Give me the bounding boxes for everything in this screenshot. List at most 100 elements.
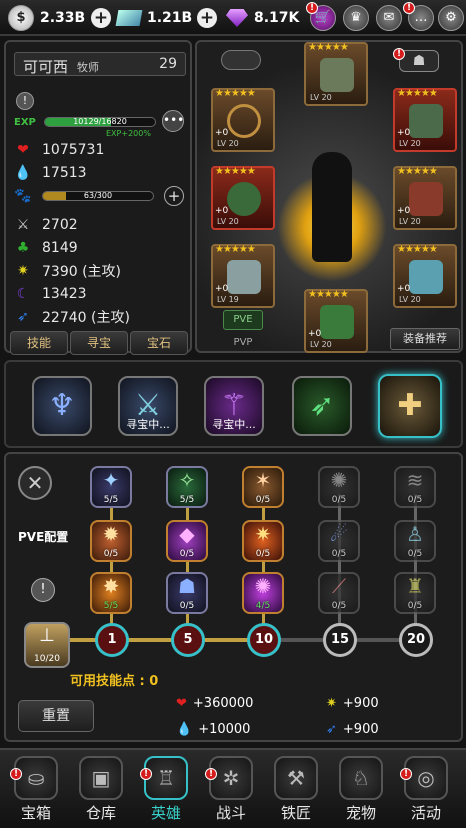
skill-arcane[interactable]: ◆ 0/5 [166, 520, 208, 562]
exp-bonus: EXP+200% [106, 129, 151, 138]
skill-magic-burst[interactable]: ✺ 4/5 [242, 572, 284, 614]
skill-sunburst[interactable]: ✷ 0/5 [242, 520, 284, 562]
skill-locked-3[interactable]: ☄ 0/5 [318, 520, 360, 562]
skill-fire-strike[interactable]: ✹ 0/5 [90, 520, 132, 562]
skill-nature[interactable]: ✧ 5/5 [166, 466, 208, 508]
add-crystal-button[interactable]: + [197, 8, 217, 28]
dollar-icon: $ [8, 5, 34, 31]
milestone-15[interactable]: 15 [323, 623, 357, 657]
scroll-icon[interactable] [221, 50, 261, 70]
equip-armor[interactable]: ★★★★★ +0 LV 20 [393, 88, 457, 152]
moon-icon: ☾ [16, 285, 30, 302]
star-rating-icon: ★★★★★ [215, 244, 256, 255]
skill-spirit[interactable]: ☗ 0/5 [166, 572, 208, 614]
helmet-icon [320, 58, 354, 92]
paw-icon: 🐾 [14, 187, 32, 204]
nav-pet[interactable]: ♘ 宠物 [331, 756, 391, 822]
nav-events[interactable]: ◎ 活动 [396, 756, 456, 822]
stat-dark: ☾ 13423 [14, 282, 190, 305]
star-rating-icon: ★★★★★ [308, 289, 349, 300]
nav-hero-alert: ! [140, 768, 152, 780]
treasure-button[interactable]: 寻宝 [70, 331, 128, 355]
skill-line-col3 [262, 494, 265, 636]
skill-locked-6[interactable]: ♜ 0/5 [394, 572, 436, 614]
trophy-button[interactable]: ♛ [343, 5, 369, 31]
close-skill-icon[interactable]: ✕ [18, 466, 52, 500]
helmet-toggle-icon[interactable]: ☗ [399, 50, 439, 72]
sun-icon: ✷ [326, 696, 337, 711]
add-pet-button[interactable]: + [164, 185, 184, 206]
star-rating-icon: ★★★★★ [308, 42, 349, 53]
lightning-icon: ✦ [102, 468, 120, 492]
mail-button[interactable]: ✉ [376, 5, 402, 31]
trident-icon: ♆ [48, 388, 76, 423]
milestone-5[interactable]: 5 [171, 623, 205, 657]
stat-def: ♣ 8149 [14, 236, 190, 259]
crystal-skill-icon: ◆ [179, 522, 195, 546]
nav-warehouse[interactable]: ▣ 仓库 [71, 756, 131, 822]
equip-boots[interactable]: ★★★★★ +0 LV 20 [304, 289, 368, 353]
exp-bar: 10129/16820 [44, 117, 156, 127]
class-tab-3[interactable]: ⚚ 寻宝中... [204, 376, 264, 436]
star-rating-icon: ★★★★★ [397, 88, 438, 99]
equip-helmet[interactable]: ★★★★★ LV 20 [304, 42, 368, 106]
feather-icon: ➶ [17, 308, 29, 325]
settings-gear-button[interactable]: ⚙ [438, 5, 464, 31]
backpack-icon: ▣ [79, 756, 123, 800]
skill-light-blade[interactable]: ✶ 0/5 [242, 466, 284, 508]
milestone-20[interactable]: 20 [399, 623, 433, 657]
gems-button[interactable]: 宝石 [130, 331, 188, 355]
skill-lightning[interactable]: ✦ 5/5 [90, 466, 132, 508]
class-tab-4[interactable]: ➶ [292, 376, 352, 436]
nav-blacksmith[interactable]: ⚒ 铁匠 [266, 756, 326, 822]
skill-explosion[interactable]: ✸ 5/5 [90, 572, 132, 614]
flame-icon: ✹ [102, 522, 120, 546]
heart-icon: ❤ [17, 141, 29, 158]
reset-button[interactable]: 重置 [18, 700, 94, 732]
heart-icon: ❤ [176, 696, 187, 711]
nav-chest[interactable]: ⛀ 宝箱 [6, 756, 66, 822]
pet-bar: 63/300 [42, 190, 154, 201]
milestone-10[interactable]: 10 [247, 623, 281, 657]
equip-gloves[interactable]: ★★★★★ +0 LV 20 [393, 166, 457, 230]
pve-config-label: PVE配置 [18, 530, 69, 544]
stat-atk: ⚔ 2702 [14, 213, 190, 236]
pillar-icon: ⊥ [39, 625, 55, 646]
more-options-button[interactable]: ••• [162, 110, 184, 132]
hero-name-bar: 可可西 牧师 29 [14, 52, 186, 76]
info-alert-icon[interactable]: ! [16, 92, 34, 110]
blade-icon: ✶ [254, 468, 272, 492]
add-gold-button[interactable]: + [91, 8, 111, 28]
skill-locked-2[interactable]: ≋ 0/5 [394, 466, 436, 508]
gold-display: $ 2.33B [8, 0, 85, 36]
gem-display: 8.17K [226, 0, 299, 36]
nav-battle[interactable]: ✲ 战斗 [201, 756, 261, 822]
equip-weapon[interactable]: ★★★★★ +0 LV 19 [211, 244, 275, 308]
bow-icon: ➶ [309, 388, 335, 423]
milestone-1[interactable]: 1 [95, 623, 129, 657]
bonus-mp: 💧 +10000 [176, 722, 251, 737]
skill-locked-5[interactable]: ⟋ 0/5 [318, 572, 360, 614]
pve-tab[interactable]: PVE [223, 310, 263, 330]
class-tab-strip: ♆ ⚔ 寻宝中... ⚚ 寻宝中... ➶ ✚ [4, 360, 463, 448]
pet-text: 63/300 [83, 190, 113, 200]
nav-hero[interactable]: ♖ 英雄 [136, 756, 196, 822]
skill-points-label: 可用技能点 : 0 [70, 674, 159, 689]
equip-amulet[interactable]: ★★★★★ +0 LV 20 [211, 88, 275, 152]
info-icon[interactable]: ! [31, 578, 55, 602]
skill-locked-1[interactable]: ✺ 0/5 [318, 466, 360, 508]
skill-locked-4[interactable]: ♙ 0/5 [394, 520, 436, 562]
skills-button[interactable]: 技能 [10, 331, 68, 355]
equip-offhand[interactable]: ★★★★★ +0 LV 20 [393, 244, 457, 308]
pvp-tab[interactable]: PVP [223, 334, 263, 352]
pet-dragon-icon: ♘ [339, 756, 383, 800]
star-rating-icon: ★★★★★ [215, 166, 256, 177]
class-tab-5-selected[interactable]: ✚ [378, 374, 442, 438]
stat-light: ✷ 7390 (主攻) [14, 259, 190, 282]
class-tab-2[interactable]: ⚔ 寻宝中... [118, 376, 178, 436]
equip-ring[interactable]: ★★★★★ +0 LV 20 [211, 166, 275, 230]
bonus-magic: ➶ +900 [326, 722, 379, 737]
crystal-display: 1.21B [115, 0, 192, 36]
class-tab-1[interactable]: ♆ [32, 376, 92, 436]
equip-recommend-button[interactable]: 装备推荐 [390, 328, 460, 350]
